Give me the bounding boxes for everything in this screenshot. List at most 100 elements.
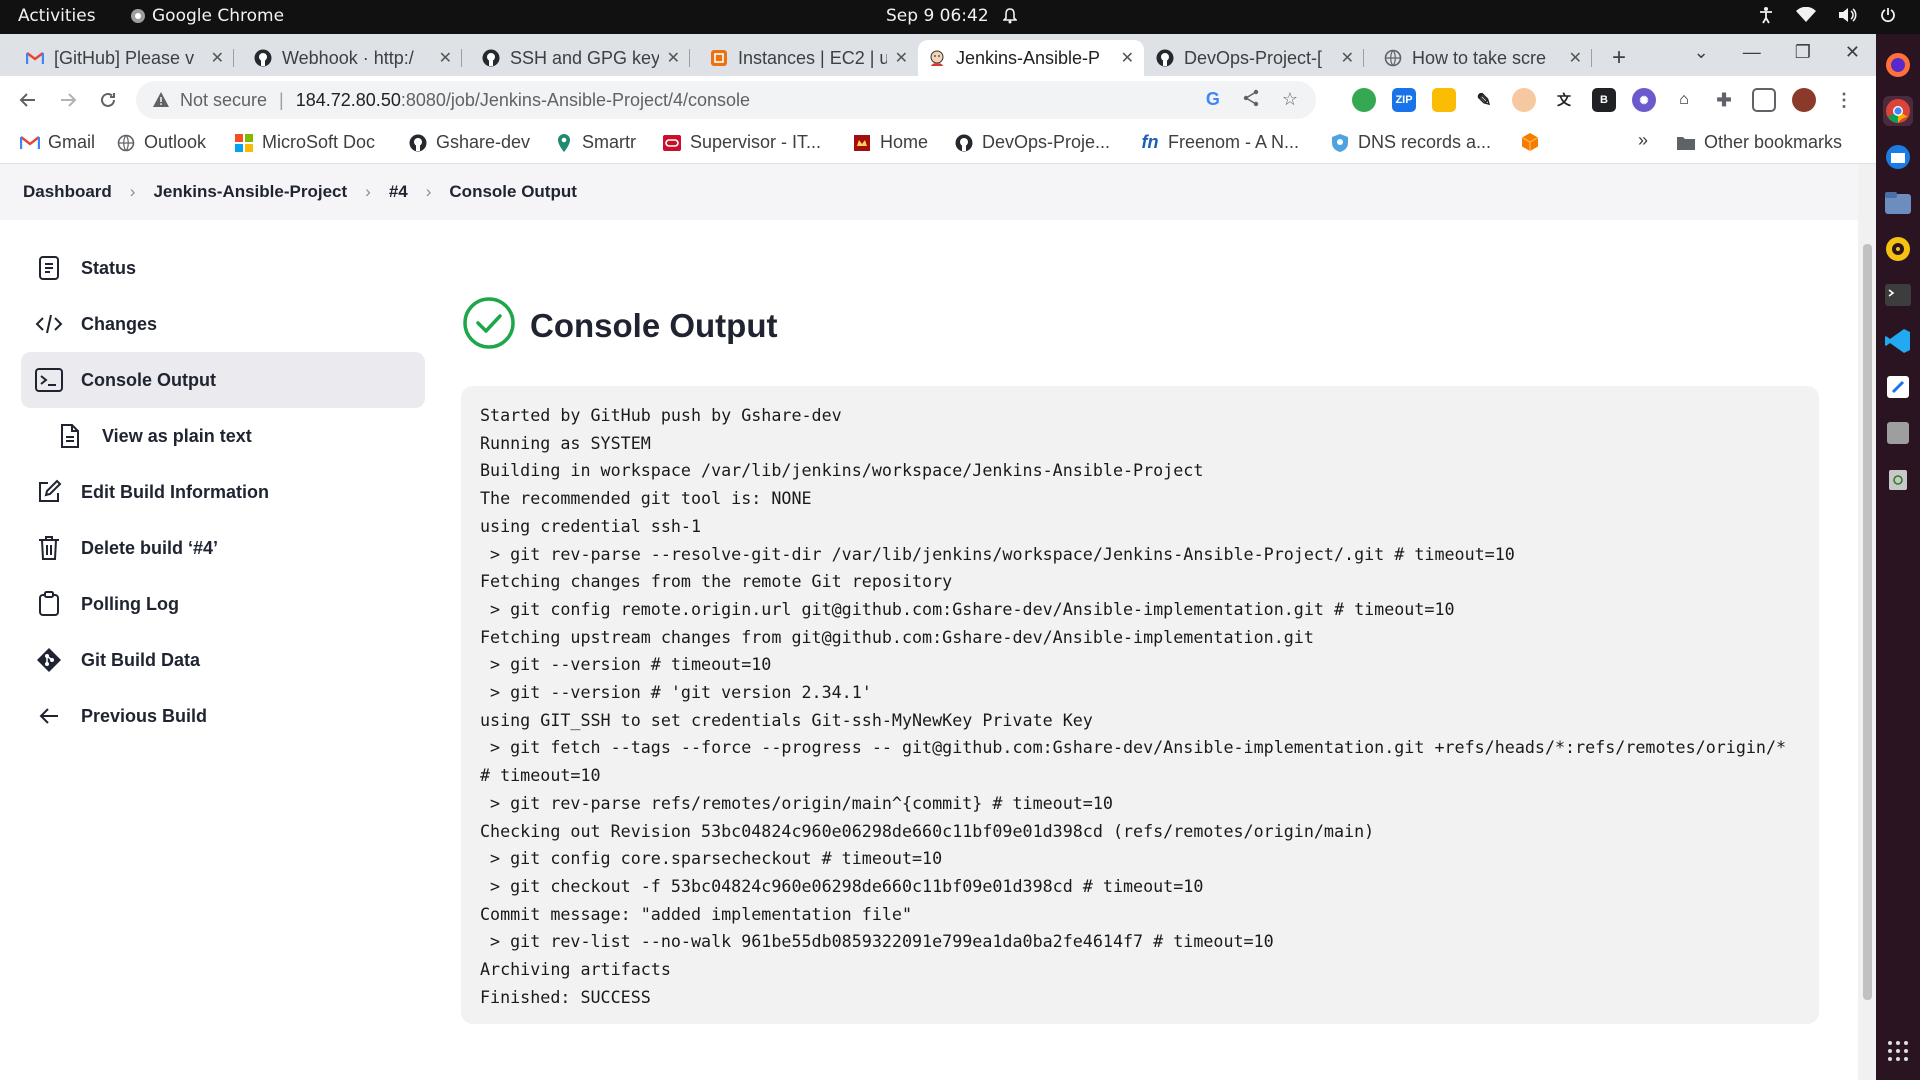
back-button[interactable] [14, 86, 42, 114]
arrow-left-icon [35, 702, 63, 730]
globe-icon [116, 133, 136, 153]
bookmark-gshare-dev[interactable]: Gshare-dev [408, 132, 530, 153]
extension-zip-icon[interactable]: ZIP [1392, 88, 1416, 112]
page-scrollbar[interactable] [1858, 164, 1876, 1080]
tab-search-chevron-icon[interactable]: ⌄ [1694, 42, 1709, 63]
show-apps-icon[interactable] [1883, 1036, 1913, 1066]
menu-kebab-icon[interactable]: ⋮ [1832, 88, 1856, 112]
google-icon[interactable]: G [1206, 89, 1220, 112]
sidebar-item-view-plain-text[interactable]: View as plain text [21, 408, 425, 464]
window-close-icon[interactable]: ✕ [1845, 42, 1860, 63]
bookmark-label: Freenom - A N... [1168, 132, 1300, 152]
tab-devops-project[interactable]: DevOps-Project-[ ✕ [1146, 40, 1364, 76]
app-menu[interactable]: Google Chrome [130, 6, 284, 26]
console-line: Commit message: "added implementation fi… [480, 903, 913, 924]
extension-orange-icon[interactable] [1432, 88, 1456, 112]
avatar[interactable] [1792, 88, 1816, 112]
sidebar-item-label: Git Build Data [81, 649, 201, 670]
sidebar-item-polling-log[interactable]: Polling Log [21, 576, 425, 632]
bookmark-supervisor[interactable]: Supervisor - IT... [662, 132, 821, 153]
extension-circle-icon[interactable] [1512, 88, 1536, 112]
address-bar[interactable]: Not secure | 184.72.80.50:8080/job/Jenki… [136, 81, 1316, 119]
extension-puzzle-a-icon[interactable]: ⌂ [1672, 88, 1696, 112]
vscode-icon[interactable] [1883, 326, 1913, 356]
tab-webhook[interactable]: Webhook · http:/ ✕ [244, 40, 462, 76]
close-icon[interactable]: ✕ [439, 48, 452, 68]
bookmark-smartr[interactable]: Smartr [554, 132, 636, 153]
bookmark-cube[interactable] [1520, 132, 1548, 152]
bookmark-dns-records[interactable]: DNS records a... [1330, 132, 1491, 153]
clock[interactable]: Sep 9 06:42 [886, 6, 1017, 26]
bookmarks-overflow-icon[interactable]: » [1638, 130, 1648, 151]
close-icon[interactable]: ✕ [1569, 48, 1582, 68]
bookmark-star-icon[interactable]: ☆ [1282, 89, 1298, 112]
forward-button[interactable] [54, 86, 82, 114]
close-icon[interactable]: ✕ [1341, 48, 1354, 68]
bookmark-freenom[interactable]: fn Freenom - A N... [1140, 132, 1300, 153]
rhythmbox-icon[interactable] [1883, 234, 1913, 264]
tab-jenkins-active[interactable]: Jenkins-Ansible-P ✕ [918, 40, 1144, 76]
wifi-icon[interactable] [1796, 7, 1816, 23]
share-icon[interactable] [1242, 89, 1260, 112]
thunderbird-icon[interactable] [1883, 142, 1913, 172]
chrome-dock-icon[interactable] [1883, 96, 1913, 126]
other-bookmarks[interactable]: Other bookmarks [1676, 132, 1842, 153]
tab-screenshot-howto[interactable]: How to take scre ✕ [1374, 40, 1592, 76]
sidebar-item-console-output[interactable]: Console Output [21, 352, 425, 408]
not-secure-label[interactable]: Not secure [180, 90, 267, 111]
trash-dock-icon[interactable] [1883, 464, 1913, 494]
minimize-icon[interactable]: — [1743, 42, 1761, 63]
breadcrumb-console-output[interactable]: Console Output [449, 182, 576, 202]
reload-button[interactable] [94, 86, 122, 114]
alarm-icon [1002, 8, 1017, 24]
close-icon[interactable]: ✕ [1121, 48, 1134, 68]
ssd-icon[interactable] [1883, 418, 1913, 448]
sidebar-item-edit-build-info[interactable]: Edit Build Information [21, 464, 425, 520]
bookmark-gmail[interactable]: Gmail [20, 132, 95, 153]
close-icon[interactable]: ✕ [895, 48, 908, 68]
tab-ec2-instances[interactable]: Instances | EC2 | u ✕ [700, 40, 918, 76]
sidebar-item-changes[interactable]: Changes [21, 296, 425, 352]
github-icon [954, 133, 974, 153]
extension-b-icon[interactable]: B [1592, 88, 1616, 112]
text-editor-icon[interactable] [1883, 372, 1913, 402]
eyedropper-icon[interactable]: ✎ [1472, 88, 1496, 112]
volume-icon[interactable] [1838, 7, 1858, 23]
extension-bulb-icon[interactable] [1352, 88, 1376, 112]
close-icon[interactable]: ✕ [211, 48, 224, 68]
edit-icon [35, 478, 63, 506]
power-icon[interactable] [1880, 7, 1896, 23]
chevron-right-icon: › [129, 182, 136, 201]
sidebar-item-previous-build[interactable]: Previous Build [21, 688, 425, 744]
cube-icon [1520, 132, 1540, 152]
extension-gear-icon[interactable]: ✺ [1632, 88, 1656, 112]
console-line: Running as SYSTEM [480, 432, 651, 453]
side-panel-icon[interactable] [1752, 88, 1776, 112]
terminal-dock-icon[interactable] [1883, 280, 1913, 310]
close-icon[interactable]: ✕ [667, 48, 680, 68]
sidebar-item-git-build-data[interactable]: Git Build Data [21, 632, 425, 688]
bookmark-devops-project[interactable]: DevOps-Proje... [954, 132, 1110, 153]
tab-gmail[interactable]: [GitHub] Please v ✕ [16, 40, 234, 76]
extensions-puzzle-icon[interactable]: ✚ [1712, 88, 1736, 112]
scrollbar-thumb[interactable] [1863, 244, 1872, 1000]
breadcrumb-build[interactable]: #4 [389, 182, 408, 202]
bookmarks-bar: Gmail Outlook MicroSoft Doc Gshare-dev S… [0, 124, 1876, 164]
console-output-panel: Started by GitHub push by Gshare-dev Runn… [461, 386, 1819, 1024]
bookmark-outlook[interactable]: Outlook [116, 132, 206, 153]
breadcrumb-job[interactable]: Jenkins-Ansible-Project [153, 182, 347, 202]
bookmark-home[interactable]: Home [852, 132, 928, 153]
tab-ssh-gpg[interactable]: SSH and GPG key ✕ [472, 40, 690, 76]
sidebar-item-delete-build[interactable]: Delete build ‘#4’ [21, 520, 425, 576]
accessibility-icon[interactable] [1758, 6, 1774, 24]
success-check-icon [462, 296, 516, 355]
bookmark-microsoft-doc[interactable]: MicroSoft Doc [234, 132, 375, 153]
activities-button[interactable]: Activities [18, 6, 96, 26]
breadcrumb-dashboard[interactable]: Dashboard [23, 182, 112, 202]
files-icon[interactable] [1883, 188, 1913, 218]
restore-icon[interactable]: ❐ [1795, 42, 1811, 63]
firefox-icon[interactable] [1883, 50, 1913, 80]
new-tab-button[interactable]: + [1612, 44, 1626, 72]
extension-translate-icon[interactable]: 文 [1552, 88, 1576, 112]
sidebar-item-status[interactable]: Status [21, 240, 425, 296]
